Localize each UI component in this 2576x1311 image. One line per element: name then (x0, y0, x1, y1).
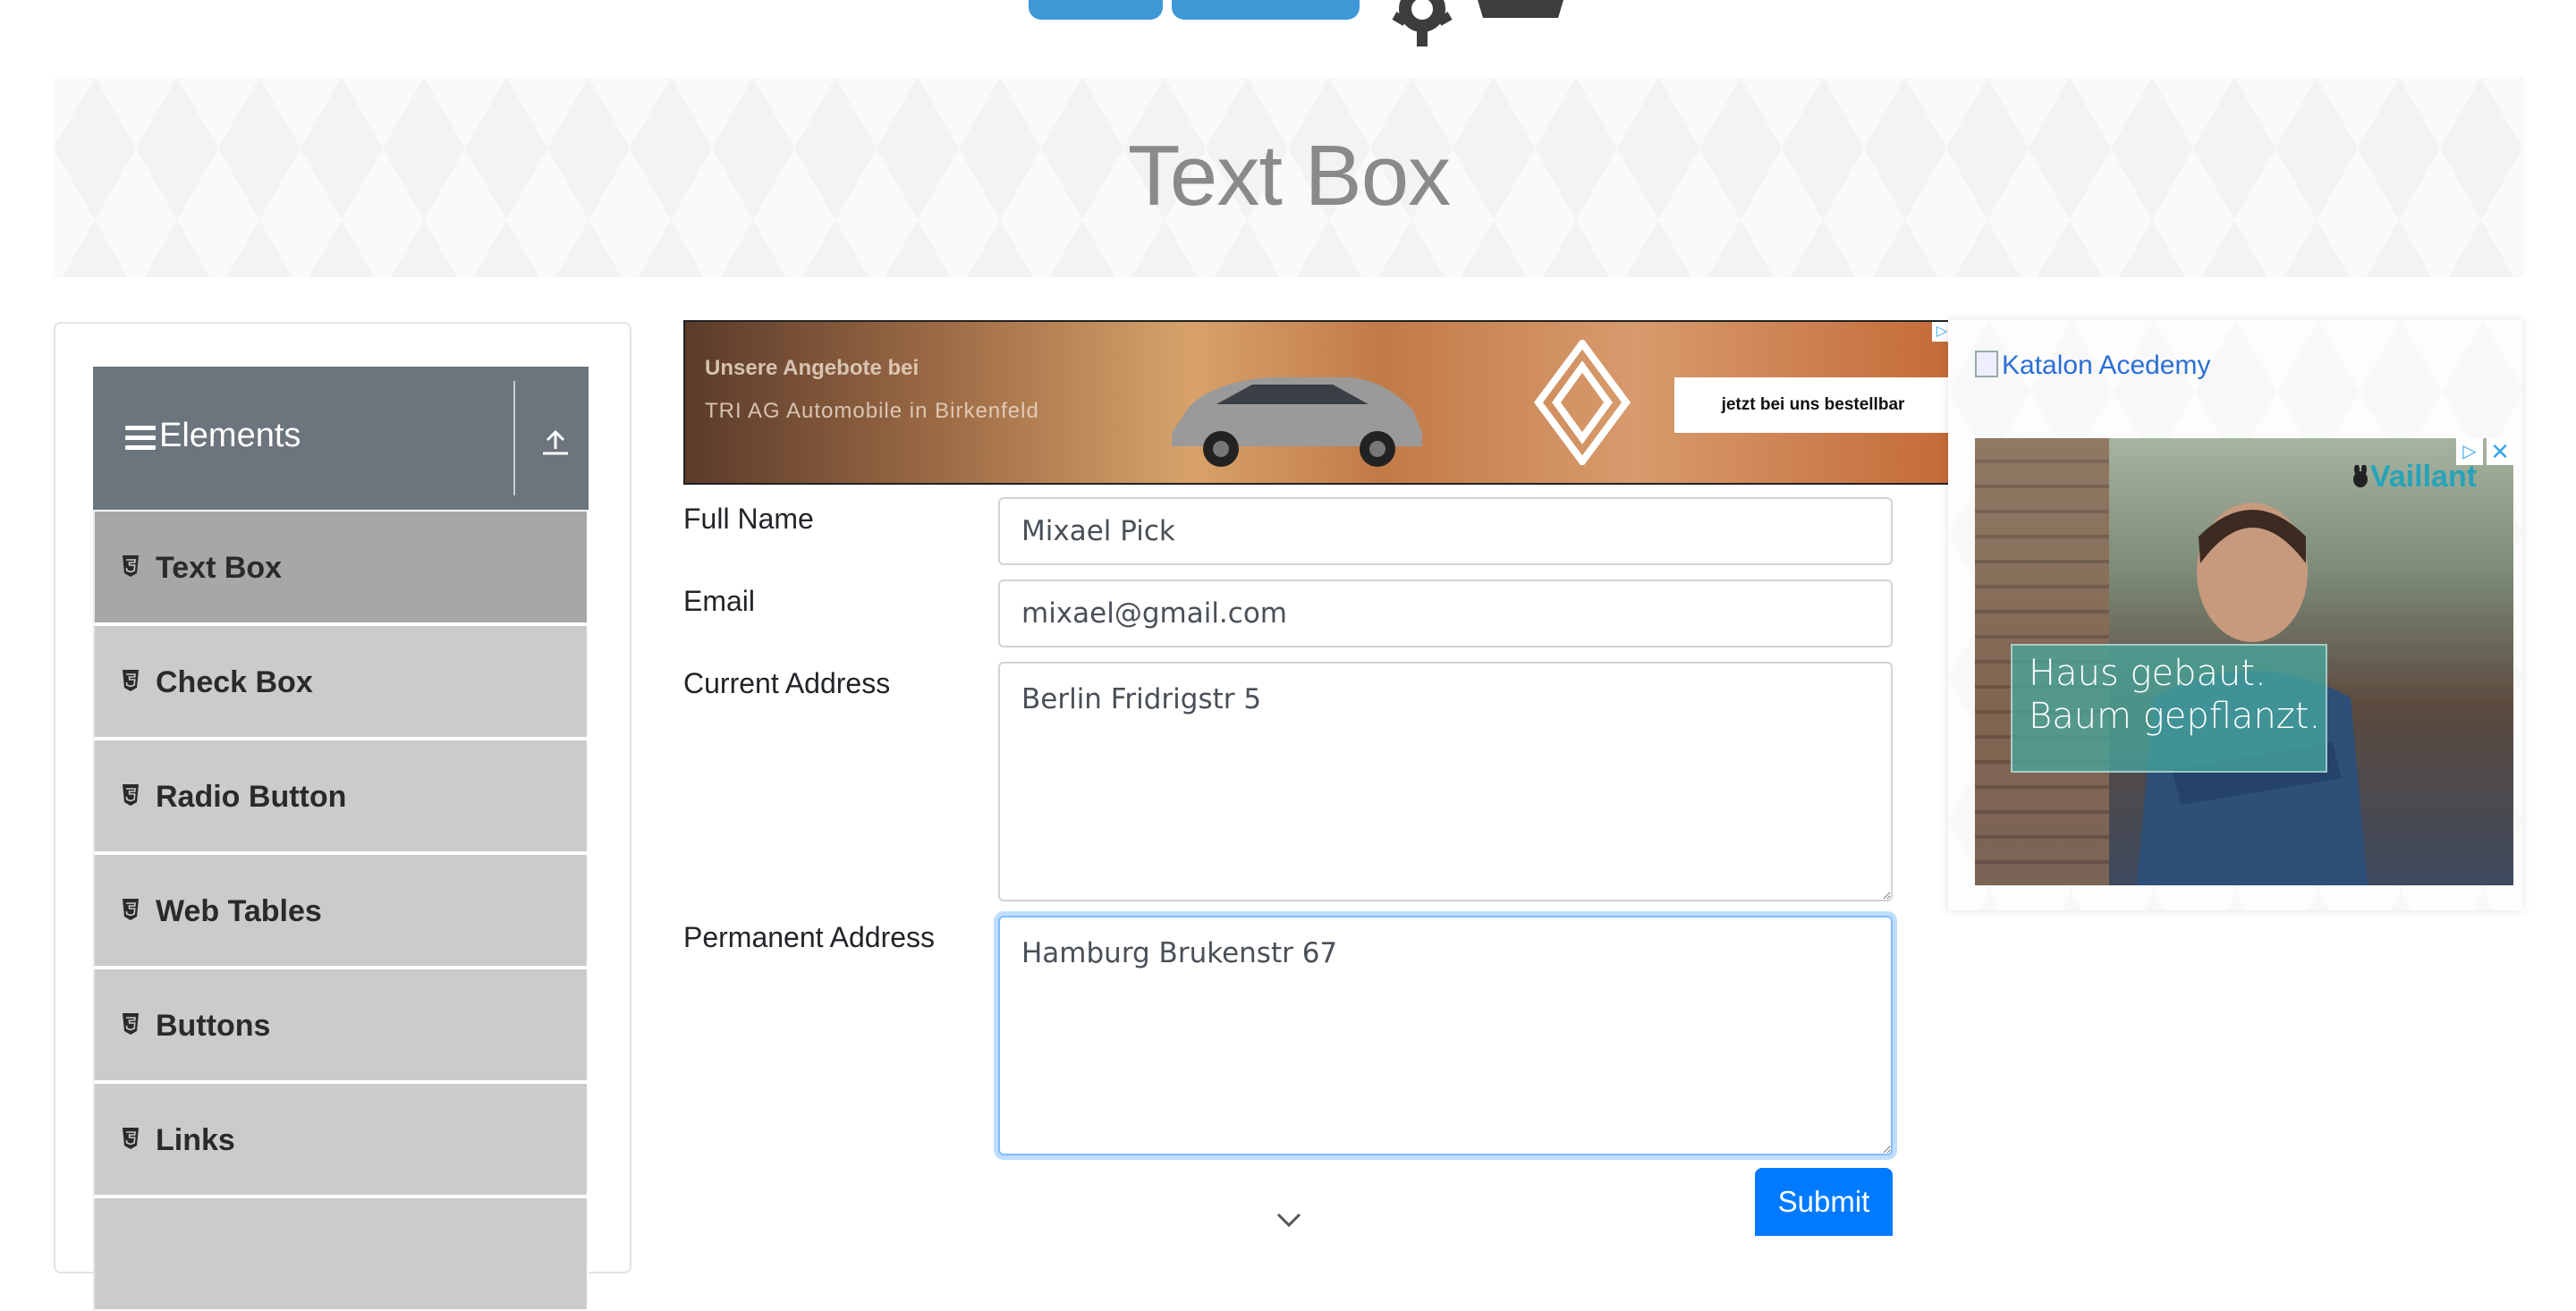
sidebar-item-label: Links (156, 1123, 235, 1157)
submit-button[interactable]: Submit (1755, 1168, 1893, 1236)
email-input[interactable] (998, 579, 1893, 647)
html5-icon (123, 899, 139, 920)
ad-banner-top[interactable]: Unsere Angebote bei TRI AG Automobile in… (683, 320, 1953, 485)
logo-mark-left (1029, 0, 1163, 20)
sidebar-item-web-tables[interactable]: Web Tables (93, 853, 589, 968)
katalon-academy-link[interactable]: Katalon Acedemy (1975, 351, 2210, 381)
html5-icon (123, 555, 139, 577)
permanent-address-label: Permanent Address (683, 921, 936, 953)
broken-image-icon (1975, 351, 1998, 377)
ad-line-2: TRI AG Automobile in Birkenfeld (705, 399, 1039, 423)
chevron-down-icon[interactable] (1275, 1211, 1302, 1229)
email-label: Email (683, 585, 756, 617)
html5-icon (123, 670, 139, 691)
vaillant-bunny-icon (2353, 465, 2368, 487)
page-title: Text Box (1127, 128, 1451, 224)
ad-sidebar-right: Katalon Acedemy Vaillant ▷ ✕ Haus gebaut… (1948, 320, 2522, 910)
sidebar-group-title: Elements (159, 417, 301, 454)
logo-mark-right (1467, 0, 1574, 18)
collapse-arrow-icon[interactable] (540, 427, 571, 456)
ad-line-1: Unsere Angebote bei (705, 356, 919, 380)
sidebar-item-label: Radio Button (156, 780, 347, 814)
adchoices-icon[interactable]: ▷ (2456, 438, 2483, 465)
tagline-1: Haus gebaut. (2029, 653, 2267, 694)
katalon-link-text: Katalon Acedemy (2002, 351, 2211, 380)
logo-mark-middle (1172, 0, 1360, 20)
sidebar-group-elements[interactable]: Elements (93, 367, 589, 510)
car-image (1172, 377, 1422, 467)
sidebar-item-label: Text Box (156, 551, 283, 585)
page-header-banner: Text Box (54, 77, 2524, 277)
sidebar-item-check-box[interactable]: Check Box (93, 624, 589, 739)
sidebar-item-links[interactable]: Links (93, 1082, 589, 1197)
full-name-label: Full Name (683, 503, 814, 535)
current-address-textarea[interactable]: Berlin Fridrigstr 5 (998, 662, 1893, 901)
sidebar-item-label: Check Box (156, 665, 313, 699)
sidebar-panel: Elements Text Box Check Box Radio Button… (54, 322, 631, 1311)
close-icon[interactable]: ✕ (2487, 438, 2513, 465)
sidebar-group-divider (513, 381, 515, 495)
vaillant-ad[interactable]: Vaillant ▷ ✕ Haus gebaut. Baum gepflanzt… (1975, 438, 2513, 885)
current-address-label: Current Address (683, 667, 891, 699)
ad-cta-button[interactable]: jetzt bei uns bestellbar (1674, 377, 1952, 433)
permanent-address-textarea[interactable]: Hamburg Brukenstr 67 (998, 916, 1893, 1155)
sidebar-item-radio-button[interactable]: Radio Button (93, 739, 589, 853)
renault-logo-icon (1534, 340, 1631, 465)
hamburger-icon (125, 426, 156, 451)
sidebar-item-label: Web Tables (156, 894, 322, 928)
gear-icon (1392, 0, 1453, 47)
sidebar-item-label: Buttons (156, 1009, 271, 1043)
sidebar-item-next[interactable] (93, 1197, 589, 1311)
full-name-input[interactable] (998, 497, 1893, 565)
tagline-2: Baum gepflanzt. (2029, 696, 2321, 737)
html5-icon (123, 1128, 139, 1149)
html5-icon (123, 1013, 139, 1035)
sidebar-item-text-box[interactable]: Text Box (93, 510, 589, 624)
html5-icon (123, 784, 139, 806)
toolsqa-logo[interactable] (1020, 0, 1592, 54)
sidebar-item-buttons[interactable]: Buttons (93, 968, 589, 1082)
